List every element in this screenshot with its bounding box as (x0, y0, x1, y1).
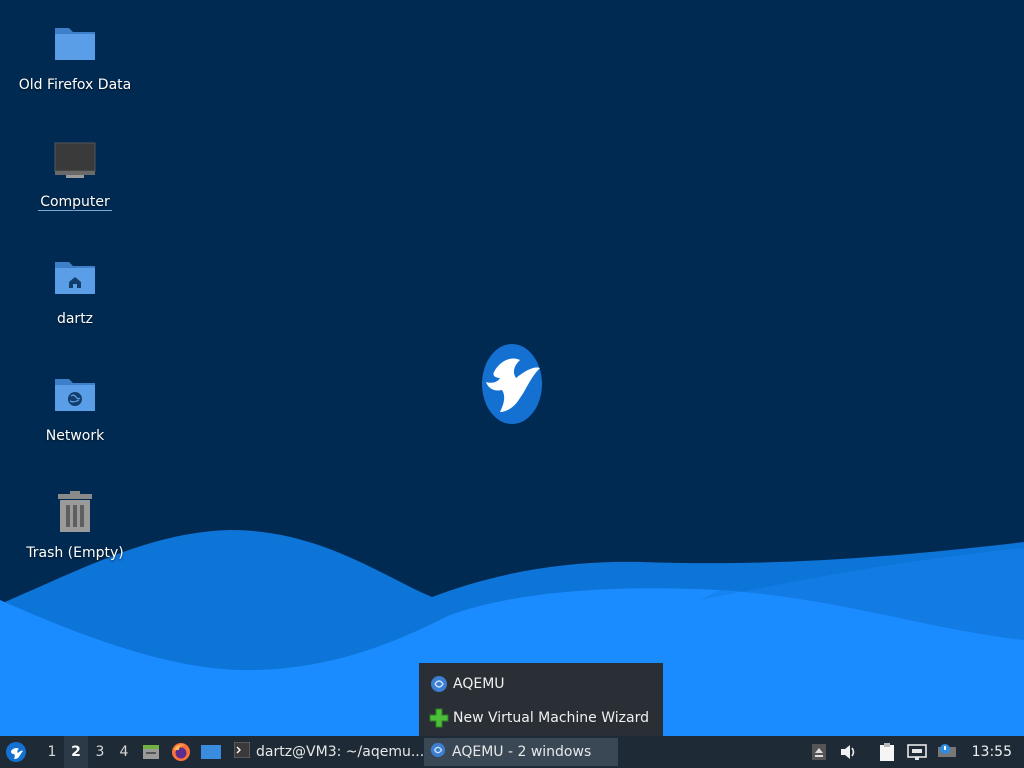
show-desktop-button[interactable] (196, 736, 226, 768)
update-notifier-icon (937, 744, 956, 757)
file-manager-icon (143, 745, 159, 759)
menu-item-aqemu[interactable]: AQEMU (419, 667, 663, 701)
task-label: dartz@VM3: ~/aqemu... (256, 744, 424, 760)
tray-network-button[interactable] (902, 736, 932, 768)
workspace-2-button[interactable]: 2 (64, 736, 88, 768)
desktop-icon-label: Computer (38, 194, 112, 211)
desktop-icon (201, 745, 221, 759)
aqemu-icon (430, 742, 446, 762)
file-manager-launcher[interactable] (136, 736, 166, 768)
tray-eject-button[interactable] (804, 736, 834, 768)
home-folder-icon (55, 262, 95, 294)
folder-icon (55, 28, 95, 60)
desktop-icon-label: dartz (56, 311, 94, 327)
taskbar: 1 2 3 4 dartz@VM3: ~/aqemu... AQEMU - 2 … (0, 736, 1024, 768)
system-tray: 13:55 (804, 736, 1024, 768)
hummingbird-logo-icon (482, 344, 542, 424)
menu-item-label: AQEMU (453, 676, 505, 692)
desktop-icon-label: Old Firefox Data (18, 77, 132, 93)
desktop-icon-trash[interactable]: Trash (Empty) (10, 490, 140, 561)
menu-item-label: New Virtual Machine Wizard (453, 710, 649, 726)
clock[interactable]: 13:55 (962, 744, 1024, 760)
task-label: AQEMU - 2 windows (452, 744, 592, 760)
aqemu-icon (429, 675, 449, 693)
desktop-icon-label: Trash (Empty) (26, 545, 124, 561)
task-terminal[interactable]: dartz@VM3: ~/aqemu... (228, 738, 424, 766)
desktop-icon-label: Network (45, 428, 105, 444)
hummingbird-menu-icon (6, 742, 26, 762)
desktop-icon-old-firefox-data[interactable]: Old Firefox Data (10, 22, 140, 93)
desktop-wallpaper (0, 0, 1024, 768)
green-plus-icon (429, 708, 449, 728)
trash-icon (58, 491, 92, 532)
network-folder-icon (55, 379, 95, 411)
start-menu-button[interactable] (0, 736, 32, 768)
workspace-4-button[interactable]: 4 (112, 736, 136, 768)
workspace-1-button[interactable]: 1 (40, 736, 64, 768)
terminal-icon (233, 741, 251, 762)
computer-icon (54, 142, 96, 178)
menu-item-new-vm-wizard[interactable]: New Virtual Machine Wizard (419, 701, 663, 735)
speaker-icon (840, 745, 854, 759)
clipboard-icon (879, 743, 894, 761)
task-group-menu: AQEMU New Virtual Machine Wizard (419, 663, 663, 736)
task-aqemu-group[interactable]: AQEMU - 2 windows (424, 738, 618, 766)
desktop-icon-dartz[interactable]: dartz (10, 256, 140, 327)
desktop-icon-computer[interactable]: Computer (10, 139, 140, 211)
tray-volume-button[interactable] (834, 736, 864, 768)
firefox-launcher[interactable] (166, 736, 196, 768)
tray-updates-button[interactable] (932, 736, 962, 768)
desktop-icon-network[interactable]: Network (10, 373, 140, 444)
tray-clipboard-button[interactable] (872, 736, 902, 768)
eject-icon (811, 744, 826, 760)
firefox-icon (172, 743, 190, 761)
network-icon (906, 744, 927, 760)
workspace-3-button[interactable]: 3 (88, 736, 112, 768)
